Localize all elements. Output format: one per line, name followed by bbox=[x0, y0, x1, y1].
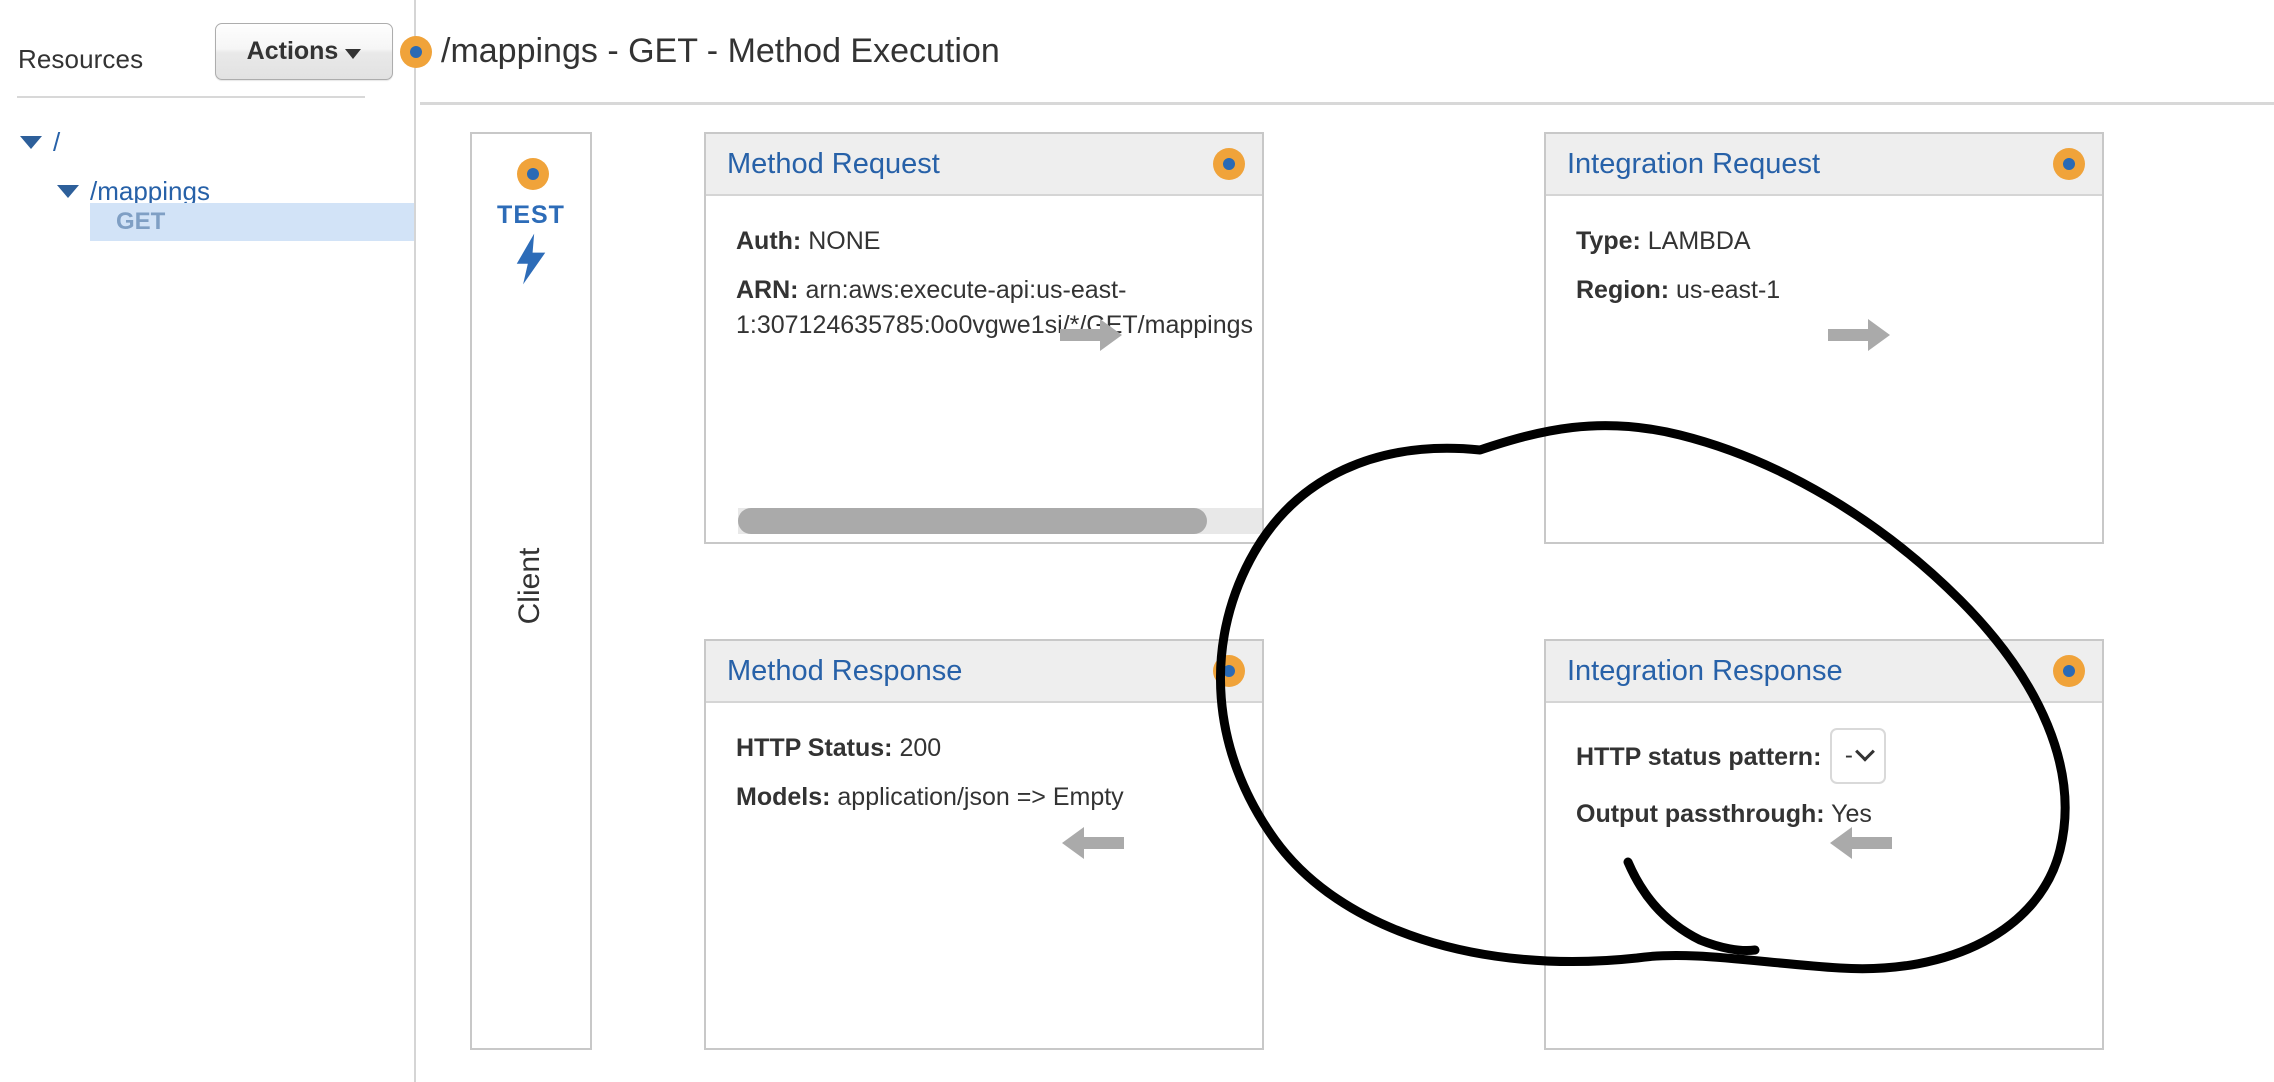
integration-request-region-key: Region: bbox=[1576, 275, 1670, 304]
integration-request-header: Integration Request bbox=[1546, 134, 2102, 196]
tree-item-root[interactable]: / bbox=[20, 118, 60, 166]
resources-title: Resources bbox=[18, 44, 144, 74]
method-execution-panel: /mappings - GET - Method Execution TEST … bbox=[400, 0, 2274, 1082]
arrow-method-response-to-client bbox=[1062, 827, 1124, 859]
tree-item-get-label: GET bbox=[116, 208, 166, 235]
method-request-body: Auth: NONE ARN: arn:aws:execute-api:us-e… bbox=[706, 196, 1262, 542]
client-label: Client bbox=[513, 547, 546, 625]
arrow-integration-response-to-method-response bbox=[1830, 827, 1892, 859]
resources-sidebar: Resources Actions / /mappings GET bbox=[0, 0, 416, 1082]
method-response-status-key: HTTP Status: bbox=[736, 734, 893, 762]
title-divider bbox=[420, 102, 2274, 105]
status-pattern-label: HTTP status pattern: bbox=[1576, 743, 1822, 771]
method-request-header: Method Request bbox=[706, 134, 1262, 196]
integration-request-body: Type: LAMBDA Region: us-east-1 bbox=[1546, 196, 2102, 542]
caret-down-icon[interactable] bbox=[57, 184, 79, 198]
integration-request-type-value: LAMBDA bbox=[1647, 227, 1751, 255]
method-request-auth-row: Auth: NONE bbox=[736, 224, 1262, 260]
method-response-title[interactable]: Method Response bbox=[727, 655, 962, 688]
method-request-box: Method Request Auth: NONE ARN: arn:aws:e… bbox=[704, 132, 1264, 544]
integration-request-region-row: Region: us-east-1 bbox=[1576, 273, 2102, 309]
integration-request-title[interactable]: Integration Request bbox=[1567, 148, 1820, 181]
actions-button-label: Actions bbox=[246, 37, 339, 65]
integration-request-region-value: us-east-1 bbox=[1676, 275, 1781, 304]
method-response-models-key: Models: bbox=[736, 782, 831, 811]
integration-response-box: Integration Response HTTP status pattern… bbox=[1544, 639, 2104, 1050]
integration-request-box: Integration Request Type: LAMBDA Region:… bbox=[1544, 132, 2104, 544]
method-request-arn-key: ARN: bbox=[736, 275, 799, 304]
integration-request-type-row: Type: LAMBDA bbox=[1576, 224, 2102, 260]
integration-response-body: HTTP status pattern: - Output passthroug… bbox=[1546, 703, 2102, 1048]
actions-button[interactable]: Actions bbox=[215, 23, 393, 80]
tree-item-get[interactable]: GET bbox=[90, 203, 414, 241]
horizontal-scrollbar[interactable] bbox=[738, 508, 1262, 534]
method-request-auth-key: Auth: bbox=[736, 227, 802, 255]
page-title-row: /mappings - GET - Method Execution bbox=[400, 32, 1000, 71]
method-node-icon bbox=[2053, 655, 2085, 687]
caret-down-icon[interactable] bbox=[20, 135, 42, 149]
method-node-icon bbox=[517, 158, 549, 190]
method-node-icon bbox=[2053, 148, 2085, 180]
method-response-status-row: HTTP Status: 200 bbox=[736, 731, 1262, 767]
method-node-icon bbox=[400, 35, 432, 68]
method-response-models-row: Models: application/json => Empty bbox=[736, 780, 1262, 816]
sidebar-divider bbox=[17, 96, 365, 98]
method-response-status-value: 200 bbox=[899, 734, 942, 762]
method-request-arn-row: ARN: arn:aws:execute-api:us-east-1:30712… bbox=[736, 273, 1262, 344]
integration-response-title[interactable]: Integration Response bbox=[1567, 655, 1843, 688]
status-pattern-dropdown[interactable]: - bbox=[1830, 728, 1887, 784]
test-link[interactable]: TEST bbox=[472, 201, 590, 230]
integration-response-header: Integration Response bbox=[1546, 641, 2102, 703]
method-request-arn-value: arn:aws:execute-api:us-east-1:3071246357… bbox=[736, 275, 1254, 340]
integration-request-type-key: Type: bbox=[1576, 227, 1641, 255]
client-column: TEST Client bbox=[470, 132, 592, 1050]
method-node-icon bbox=[1213, 148, 1245, 180]
scrollbar-thumb[interactable] bbox=[738, 508, 1207, 534]
status-pattern-value: - bbox=[1844, 742, 1853, 769]
method-response-models-value: application/json => Empty bbox=[837, 782, 1124, 811]
method-node-icon bbox=[1213, 655, 1245, 687]
arrow-client-to-method-request bbox=[1060, 319, 1122, 351]
sidebar-header: Resources Actions bbox=[0, 0, 414, 96]
method-request-auth-value: NONE bbox=[808, 227, 881, 255]
caret-down-icon bbox=[345, 48, 362, 59]
tree-item-root-label[interactable]: / bbox=[53, 127, 60, 158]
tree-item-mappings-label[interactable]: /mappings bbox=[90, 176, 210, 207]
chevron-down-icon bbox=[1855, 741, 1875, 762]
arrow-method-request-to-integration-request bbox=[1828, 319, 1890, 351]
method-request-title[interactable]: Method Request bbox=[727, 148, 940, 181]
lightning-bolt-icon[interactable] bbox=[472, 233, 590, 290]
status-pattern-row: HTTP status pattern: - bbox=[1576, 728, 2102, 784]
method-response-header: Method Response bbox=[706, 641, 1262, 703]
output-passthrough-key: Output passthrough: bbox=[1576, 800, 1825, 828]
page-title: /mappings - GET - Method Execution bbox=[441, 32, 1000, 70]
method-response-box: Method Response HTTP Status: 200 Models:… bbox=[704, 639, 1264, 1050]
method-response-body: HTTP Status: 200 Models: application/jso… bbox=[706, 703, 1262, 1048]
